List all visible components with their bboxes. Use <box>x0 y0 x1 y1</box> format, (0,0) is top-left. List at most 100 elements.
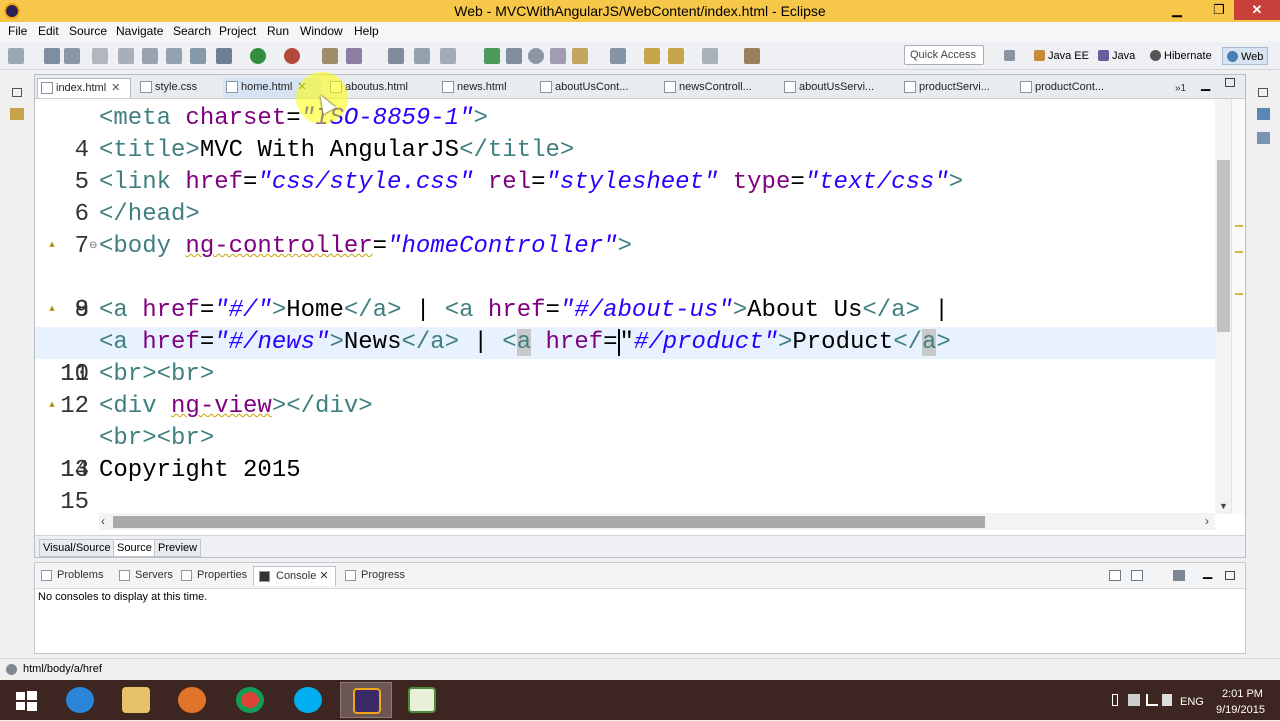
gear-icon[interactable] <box>216 48 232 64</box>
arrow-right-icon[interactable] <box>702 48 718 64</box>
perspective-web[interactable]: Web <box>1222 47 1269 65</box>
search-icon[interactable] <box>388 48 404 64</box>
clock-date[interactable]: 9/19/2015 <box>1216 704 1265 716</box>
minimize-button[interactable]: ▁ <box>1163 0 1191 20</box>
taskbar-internet-explorer[interactable] <box>54 682 106 718</box>
menu-navigate[interactable]: Navigate <box>116 24 163 38</box>
ruler-warning-mark[interactable] <box>1235 251 1243 253</box>
tab-properties[interactable]: Properties <box>181 569 247 581</box>
menu-window[interactable]: Window <box>300 24 343 38</box>
annotation-icon[interactable] <box>610 48 626 64</box>
restore-icon[interactable] <box>1258 88 1268 97</box>
tab-problems[interactable]: Problems <box>41 569 103 581</box>
doc-icon[interactable] <box>440 48 456 64</box>
tab-visual-source[interactable]: Visual/Source <box>39 539 115 557</box>
tab-overflow-button[interactable]: »1 <box>1175 83 1186 94</box>
menu-file[interactable]: File <box>8 24 27 38</box>
tab-close-icon[interactable]: ✕ <box>319 570 328 582</box>
save-all-icon[interactable] <box>64 48 80 64</box>
fold-icon[interactable]: ⊖ <box>89 231 97 263</box>
wand-icon[interactable] <box>118 48 134 64</box>
package-explorer-icon[interactable] <box>10 108 24 120</box>
bulb-icon[interactable] <box>572 48 588 64</box>
task-list-icon[interactable] <box>1257 132 1270 144</box>
perspective-hibernate[interactable]: Hibernate <box>1150 47 1212 65</box>
debug-icon[interactable] <box>284 48 300 64</box>
wrench-icon[interactable] <box>744 48 760 64</box>
skip-icon[interactable] <box>506 48 522 64</box>
open-folder-icon[interactable] <box>322 48 338 64</box>
tab-preview[interactable]: Preview <box>154 539 202 557</box>
clock-time[interactable]: 2:01 PM <box>1222 688 1263 700</box>
horizontal-scrollbar[interactable]: ‹ › <box>99 513 1215 530</box>
menu-help[interactable]: Help <box>354 24 379 38</box>
perspective-java[interactable]: Java <box>1098 47 1135 65</box>
taskbar-firefox[interactable] <box>166 682 218 718</box>
save-icon[interactable] <box>44 48 60 64</box>
close-button[interactable]: ✕ <box>1234 0 1280 20</box>
print-icon[interactable] <box>92 48 108 64</box>
warning-icon[interactable]: ▲ <box>47 304 57 314</box>
tab-progress[interactable]: Progress <box>345 569 405 581</box>
warning-icon[interactable]: ▲ <box>47 400 57 410</box>
warning-icon[interactable]: ▲ <box>47 240 57 250</box>
menu-project[interactable]: Project <box>219 24 256 38</box>
open-console-icon[interactable] <box>1109 570 1121 581</box>
ruler-warning-mark[interactable] <box>1235 293 1243 295</box>
tab-index-html[interactable]: index.html ✕ <box>37 78 131 98</box>
forward-icon[interactable] <box>668 48 684 64</box>
overview-ruler[interactable] <box>1231 99 1245 514</box>
scroll-right-icon[interactable]: › <box>1205 514 1209 528</box>
new-icon[interactable] <box>8 48 24 64</box>
quick-access-input[interactable]: Quick Access <box>904 45 984 65</box>
tab-news-controller[interactable]: newsControll... <box>661 78 773 98</box>
code-editor[interactable]: 4 <meta charset="ISO-8859-1"> 5 <title>M… <box>35 99 1215 514</box>
language-indicator[interactable]: ENG <box>1180 696 1204 708</box>
tab-close-icon[interactable]: ✕ <box>111 82 120 94</box>
hand-icon[interactable] <box>550 48 566 64</box>
stop-icon[interactable] <box>528 48 544 64</box>
edit-icon[interactable] <box>142 48 158 64</box>
back-icon[interactable] <box>644 48 660 64</box>
tab-product-controller[interactable]: productCont... <box>1017 78 1127 98</box>
flag-icon[interactable] <box>1128 694 1140 706</box>
tab-news-html[interactable]: news.html <box>439 78 529 98</box>
server-icon[interactable] <box>190 48 206 64</box>
ruler-warning-mark[interactable] <box>1235 225 1243 227</box>
taskbar-file-explorer[interactable] <box>110 682 162 718</box>
scroll-down-icon[interactable]: ▼ <box>1219 501 1228 511</box>
network-icon[interactable] <box>1146 694 1158 706</box>
minimize-view-icon[interactable]: ▁ <box>1203 565 1212 579</box>
outline-icon[interactable] <box>1257 108 1270 120</box>
menu-source[interactable]: Source <box>69 24 107 38</box>
tab-style-css[interactable]: style.css <box>137 78 217 98</box>
tab-product-service[interactable]: productServi... <box>901 78 1013 98</box>
tab-aboutus-controller[interactable]: aboutUsCont... <box>537 78 647 98</box>
start-button[interactable] <box>0 682 52 718</box>
tools-icon[interactable] <box>346 48 362 64</box>
refresh-icon[interactable] <box>166 48 182 64</box>
menu-run[interactable]: Run <box>267 24 289 38</box>
maximize-button[interactable]: ❐ <box>1205 0 1233 20</box>
tab-console[interactable]: Console ✕ <box>253 566 336 586</box>
restore-icon[interactable] <box>12 88 22 97</box>
view-menu-icon[interactable] <box>1173 570 1185 581</box>
taskbar-app[interactable] <box>396 682 448 718</box>
perspective-java-ee[interactable]: Java EE <box>1034 47 1089 65</box>
battery-icon[interactable] <box>1112 694 1118 706</box>
display-console-icon[interactable] <box>1131 570 1143 581</box>
open-perspective-button[interactable] <box>1004 47 1018 65</box>
taskbar-chrome[interactable] <box>224 682 276 718</box>
pen-icon[interactable] <box>414 48 430 64</box>
menu-edit[interactable]: Edit <box>38 24 59 38</box>
step-icon[interactable] <box>484 48 500 64</box>
menu-search[interactable]: Search <box>173 24 211 38</box>
maximize-view-icon[interactable] <box>1225 571 1235 580</box>
taskbar-skype[interactable] <box>282 682 334 718</box>
run-icon[interactable] <box>250 48 266 64</box>
maximize-editor-icon[interactable] <box>1225 78 1235 87</box>
scroll-left-icon[interactable]: ‹ <box>101 514 105 528</box>
minimize-editor-icon[interactable]: ▁ <box>1201 77 1210 91</box>
tab-servers[interactable]: Servers <box>119 569 173 581</box>
tab-aboutus-service[interactable]: aboutUsServi... <box>781 78 893 98</box>
